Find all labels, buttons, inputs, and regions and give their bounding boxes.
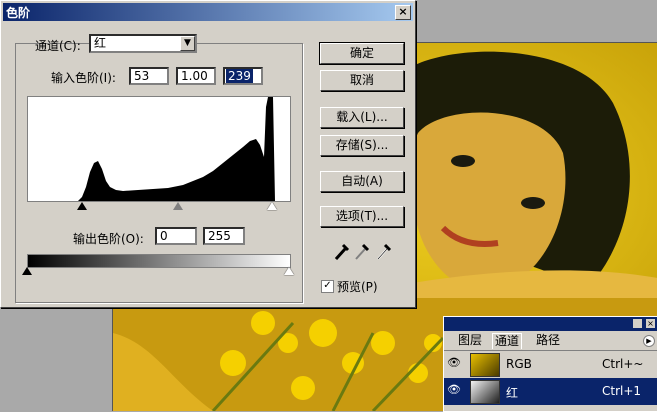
channel-thumbnail [470,380,500,404]
channel-shortcut: Ctrl+~ [602,357,644,371]
tab-layers[interactable]: 图层 [456,333,484,348]
load-button[interactable]: 载入(L)... [320,107,404,128]
channel-row-red[interactable]: 👁 红 Ctrl+1 [444,378,657,405]
input-gamma-slider[interactable] [173,202,183,210]
histogram-graph [28,97,275,201]
output-gradient-bar [27,254,291,268]
levels-dialog: 色阶 × 通道(C): 红 ▼ 输入色阶(I): 53 1.00 239 输出色… [0,0,416,308]
checkmark-icon: ✓ [323,280,332,291]
auto-button[interactable]: 自动(A) [320,171,404,192]
eye-icon[interactable]: 👁 [447,356,461,370]
channels-panel: × 图层 通道 路径 ▶ 👁 RGB Ctrl+~ 👁 红 Ctrl+1 [443,316,657,412]
cancel-button[interactable]: 取消 [320,70,404,91]
channel-select[interactable]: 红 ▼ [89,34,197,53]
channel-select-value: 红 [94,36,107,50]
chevron-down-icon[interactable]: ▼ [180,36,195,51]
minimize-icon[interactable] [633,319,642,328]
output-white-slider[interactable] [284,267,294,275]
input-white-slider[interactable] [267,202,277,210]
output-levels-label: 输出色阶(O): [73,232,144,246]
options-button[interactable]: 选项(T)... [320,206,404,227]
white-eyedropper-icon[interactable] [375,241,393,261]
dialog-titlebar[interactable]: 色阶 × [3,3,413,21]
tab-paths[interactable]: 路径 [534,333,562,348]
preview-label[interactable]: 预览(P) [337,278,378,295]
output-white-field[interactable]: 255 [203,227,245,245]
dialog-title: 色阶 [6,6,31,20]
channel-label: 通道(C): [35,39,81,53]
channel-row-rgb[interactable]: 👁 RGB Ctrl+~ [444,350,657,378]
input-gamma-field[interactable]: 1.00 [176,67,216,85]
input-white-value: 239 [226,69,253,83]
channel-name: 红 [506,386,519,400]
close-icon[interactable]: × [646,319,655,328]
channel-thumbnail [470,353,500,377]
black-eyedropper-icon[interactable] [333,241,351,261]
gray-eyedropper-icon[interactable] [353,241,371,261]
channel-name: RGB [506,357,532,371]
input-levels-label: 输入色阶(I): [51,71,116,85]
input-black-slider[interactable] [77,202,87,210]
ok-button[interactable]: 确定 [319,42,405,65]
input-black-field[interactable]: 53 [129,67,169,85]
histogram [27,96,291,202]
output-black-field[interactable]: 0 [155,227,197,245]
save-button[interactable]: 存储(S)... [320,135,404,156]
panel-menu-icon[interactable]: ▶ [643,335,655,347]
preview-checkbox[interactable]: ✓ [321,280,334,293]
channel-shortcut: Ctrl+1 [602,384,642,398]
panel-titlebar[interactable]: × [444,317,657,331]
input-slider-track[interactable] [27,201,289,202]
output-black-slider[interactable] [22,267,32,275]
close-button[interactable]: × [395,5,411,20]
close-icon: × [398,5,408,18]
input-white-field[interactable]: 239 [223,67,263,85]
eye-icon[interactable]: 👁 [447,383,461,397]
tab-channels[interactable]: 通道 [492,333,523,349]
